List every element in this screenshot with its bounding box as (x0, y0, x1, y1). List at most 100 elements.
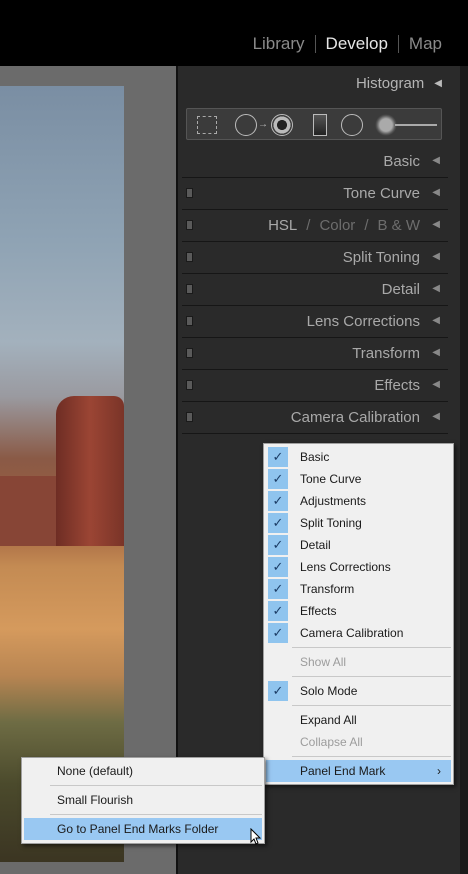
submenu-item-small-flourish[interactable]: Small Flourish (24, 789, 262, 811)
menu-item-adjustments[interactable]: ✓ Adjustments (266, 490, 451, 512)
panel-label: Effects (374, 377, 420, 394)
check-icon: ✓ (268, 681, 288, 701)
menu-separator (292, 676, 451, 677)
panel-label: Basic (383, 153, 420, 170)
crop-overlay-icon[interactable] (197, 116, 217, 134)
panel-switch[interactable] (186, 188, 193, 198)
panel-label: Tone Curve (343, 185, 420, 202)
collapse-triangle-icon[interactable]: ◀ (432, 411, 440, 422)
menu-item-collapse-all: Collapse All (300, 735, 363, 749)
panel-switch[interactable] (186, 380, 193, 390)
rock-formation (0, 476, 60, 546)
panel-switch[interactable] (186, 412, 193, 422)
hsl-tab[interactable]: HSL (268, 217, 297, 234)
color-tab[interactable]: Color (319, 217, 355, 234)
panel-camera-calibration[interactable]: Camera Calibration ◀ (182, 402, 448, 434)
module-picker: Library Develop Map (243, 34, 452, 54)
panel-tone-curve[interactable]: Tone Curve ◀ (182, 178, 448, 210)
menu-item-label: Camera Calibration (300, 626, 404, 640)
menu-item-label: Adjustments (300, 494, 367, 508)
panel-hsl[interactable]: HSL / Color / B & W ◀ (182, 210, 448, 242)
menu-item-label: Solo Mode (300, 684, 358, 698)
panel-label: Detail (381, 281, 420, 298)
menu-item-label: Tone Curve (300, 472, 362, 486)
collapse-triangle-icon[interactable]: ◀ (432, 347, 440, 358)
menu-item-label: Transform (300, 582, 355, 596)
panel-lens-corrections[interactable]: Lens Corrections ◀ (182, 306, 448, 338)
tab-separator: / (364, 217, 369, 234)
collapse-triangle-icon[interactable]: ◀ (432, 379, 440, 390)
mouse-cursor-icon (250, 828, 262, 845)
module-library[interactable]: Library (243, 34, 315, 54)
panel-switch[interactable] (186, 220, 193, 230)
adjustment-brush-icon[interactable] (375, 114, 397, 136)
menu-item-solo-mode[interactable]: ✓ Solo Mode (266, 680, 451, 702)
module-map[interactable]: Map (399, 34, 452, 54)
panel-split-toning[interactable]: Split Toning ◀ (182, 242, 448, 274)
check-icon: ✓ (268, 601, 288, 621)
graduated-filter-icon[interactable] (313, 114, 327, 136)
menu-item-label: Basic (300, 450, 330, 464)
panel-end-mark-submenu: None (default) Small Flourish Go to Pane… (21, 757, 265, 844)
spot-arrow-icon: → (258, 119, 268, 130)
photo-preview[interactable] (0, 86, 124, 862)
menu-item-tone-curve[interactable]: ✓ Tone Curve (266, 468, 451, 490)
histogram-header[interactable]: Histogram ◀ (178, 66, 462, 100)
menu-item-camera-calibration[interactable]: ✓ Camera Calibration (266, 622, 451, 644)
collapse-triangle-icon[interactable]: ◀ (432, 219, 440, 230)
module-bar: Library Develop Map (0, 0, 468, 66)
panel-label: Camera Calibration (290, 409, 420, 426)
collapse-triangle-icon[interactable]: ◀ (432, 315, 440, 326)
menu-separator (50, 814, 262, 815)
tab-separator: / (306, 217, 311, 234)
check-icon: ✓ (268, 447, 288, 467)
collapse-triangle-icon[interactable]: ◀ (432, 283, 440, 294)
menu-item-transform[interactable]: ✓ Transform (266, 578, 451, 600)
collapse-triangle-icon[interactable]: ◀ (432, 187, 440, 198)
collapse-triangle-icon[interactable]: ◀ (432, 251, 440, 262)
menu-item-split-toning[interactable]: ✓ Split Toning (266, 512, 451, 534)
check-icon: ✓ (268, 513, 288, 533)
module-develop[interactable]: Develop (316, 34, 398, 54)
menu-item-expand-all[interactable]: Expand All (266, 709, 451, 731)
collapse-triangle-icon[interactable]: ◀ (434, 78, 442, 89)
panel-switch[interactable] (186, 284, 193, 294)
menu-item-detail[interactable]: ✓ Detail (266, 534, 451, 556)
submenu-item-goto-folder[interactable]: Go to Panel End Marks Folder (24, 818, 262, 840)
menu-separator (292, 705, 451, 706)
spot-removal-icon[interactable] (235, 114, 257, 136)
red-eye-icon[interactable] (271, 114, 293, 136)
check-icon: ✓ (268, 579, 288, 599)
submenu-arrow-icon: › (437, 764, 441, 778)
panel-switch[interactable] (186, 348, 193, 358)
bw-tab[interactable]: B & W (377, 217, 420, 234)
panel-switch[interactable] (186, 316, 193, 326)
check-icon: ✓ (268, 535, 288, 555)
histogram-label: Histogram (355, 74, 425, 92)
menu-separator (292, 647, 451, 648)
butte (56, 396, 124, 546)
brush-slider-icon (395, 124, 437, 126)
menu-item-label: Panel End Mark (300, 764, 386, 778)
collapse-triangle-icon[interactable]: ◀ (432, 155, 440, 166)
menu-item-effects[interactable]: ✓ Effects (266, 600, 451, 622)
panel-switch[interactable] (186, 252, 193, 262)
menu-separator (292, 756, 451, 757)
menu-item-label: Split Toning (300, 516, 362, 530)
image-canvas[interactable] (0, 66, 176, 874)
panel-effects[interactable]: Effects ◀ (182, 370, 448, 402)
panel-scrollbar[interactable] (460, 66, 468, 874)
submenu-item-none[interactable]: None (default) (24, 760, 262, 782)
panel-detail[interactable]: Detail ◀ (182, 274, 448, 306)
check-icon: ✓ (268, 557, 288, 577)
radial-filter-icon[interactable] (341, 114, 363, 136)
menu-item-basic[interactable]: ✓ Basic (266, 446, 451, 468)
menu-item-panel-end-mark[interactable]: Panel End Mark › (266, 760, 451, 782)
check-icon: ✓ (268, 623, 288, 643)
panel-label: Split Toning (342, 249, 420, 266)
panel-transform[interactable]: Transform ◀ (182, 338, 448, 370)
menu-separator (50, 785, 262, 786)
panel-basic[interactable]: Basic ◀ (182, 146, 448, 178)
menu-item-label: Effects (300, 604, 337, 618)
menu-item-lens-corrections[interactable]: ✓ Lens Corrections (266, 556, 451, 578)
